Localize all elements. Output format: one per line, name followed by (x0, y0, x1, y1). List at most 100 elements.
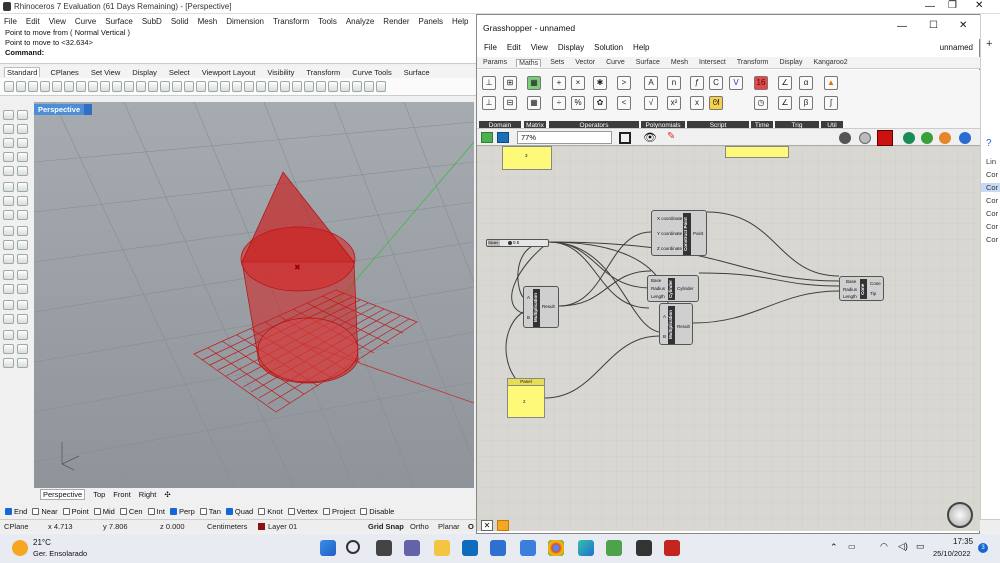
point-icon[interactable] (17, 110, 28, 120)
menu-transform[interactable]: Transform (273, 17, 309, 26)
matrix2-icon[interactable]: ▦ (527, 96, 541, 110)
dimension-icon[interactable] (3, 300, 14, 310)
smaller-than-icon[interactable]: < (617, 96, 631, 110)
mesh-icon[interactable] (3, 210, 14, 220)
sphere-icon[interactable] (17, 196, 28, 206)
modulus-icon[interactable]: % (571, 96, 585, 110)
chrome-icon[interactable] (548, 540, 564, 556)
gh-menu-solution[interactable]: Solution (594, 43, 623, 52)
file-explorer-icon[interactable] (434, 540, 450, 556)
volume-icon[interactable]: ◁) (898, 541, 908, 552)
division-icon[interactable]: ÷ (552, 96, 566, 110)
cyl-input-base[interactable]: Base (651, 278, 661, 283)
chevron-up-icon[interactable]: ⌃ (830, 542, 838, 553)
gear-tool-icon[interactable] (3, 358, 14, 368)
copy-icon[interactable] (76, 81, 86, 92)
viewport-tab-perspective[interactable]: Perspective (40, 489, 86, 500)
viewport-tab-right[interactable]: Right (139, 490, 157, 499)
right-list-item-4[interactable]: Cor (986, 196, 998, 205)
options-icon[interactable] (316, 81, 326, 92)
clock-time[interactable]: 17:35 (953, 537, 973, 546)
cut-icon[interactable] (64, 81, 74, 92)
add-viewport-icon[interactable]: ✣ (164, 490, 170, 499)
mult2-input-b[interactable]: B (663, 334, 666, 339)
canvas-navigator-icon[interactable] (947, 502, 973, 528)
cyl-input-length[interactable]: Length (651, 294, 665, 299)
tab-surface[interactable]: Surface (402, 68, 432, 77)
preview-wire-icon[interactable] (839, 132, 851, 144)
mirror-icon[interactable] (17, 284, 28, 294)
menu-render[interactable]: Render (383, 17, 409, 26)
teams-icon[interactable] (404, 540, 420, 556)
tab-viewport-layout[interactable]: Viewport Layout (200, 68, 258, 77)
gh-menu-view[interactable]: View (531, 43, 548, 52)
panel-top-right[interactable] (725, 146, 789, 158)
new-file-icon[interactable] (4, 81, 14, 92)
tab-set-view[interactable]: Set View (89, 68, 122, 77)
menu-help[interactable]: Help (452, 17, 468, 26)
alpha-icon[interactable]: α (799, 76, 813, 90)
tab-transform[interactable]: Transform (304, 68, 342, 77)
tab-visibility[interactable]: Visibility (265, 68, 296, 77)
menu-solid[interactable]: Solid (171, 17, 189, 26)
notification-badge[interactable]: 3 (978, 543, 988, 553)
status-layer[interactable]: Layer 01 (268, 522, 297, 531)
cone-input-length[interactable]: Length (843, 294, 857, 299)
plus-icon[interactable]: + (986, 38, 992, 50)
close-panel-icon[interactable]: ✕ (481, 520, 493, 531)
number-slider[interactable]: Slider 0.5 (486, 239, 549, 247)
gate-and-icon[interactable]: ✱ (593, 76, 607, 90)
square-icon[interactable]: x² (667, 96, 681, 110)
open-doc-icon[interactable] (481, 132, 493, 143)
polyline-icon[interactable] (17, 124, 28, 134)
graph-icon[interactable]: ▲ (824, 76, 838, 90)
ellipse-icon[interactable] (17, 166, 28, 176)
menu-dimension[interactable]: Dimension (226, 17, 264, 26)
remap-icon[interactable]: ⊟ (503, 96, 517, 110)
calendar-icon[interactable]: 16 (754, 76, 768, 90)
shade-icon[interactable] (244, 81, 254, 92)
help-icon[interactable] (328, 81, 338, 92)
gh-document-name[interactable]: unnamed (940, 43, 973, 52)
help-question-icon[interactable]: ? (986, 138, 992, 149)
gh-tab-sets[interactable]: Sets (548, 59, 566, 66)
right-list-item-7[interactable]: Cor (986, 235, 998, 244)
scale-icon[interactable] (3, 284, 14, 294)
script-icon[interactable] (376, 81, 386, 92)
sketch-icon[interactable]: ✎ (667, 131, 675, 142)
edge-icon[interactable] (578, 540, 594, 556)
circle-icon[interactable] (3, 152, 14, 162)
clock-date[interactable]: 25/10/2022 (933, 549, 971, 558)
cone-input-base[interactable]: Base (846, 279, 856, 284)
grasshopper-icon[interactable] (364, 81, 374, 92)
command-prompt[interactable]: Command: (0, 48, 476, 58)
explode-icon[interactable] (17, 254, 28, 264)
multiplication-node-1[interactable]: A B Multiplication Result (523, 286, 559, 328)
cylinder-node[interactable]: Base Radius Length Cylinder Cylinder (647, 275, 699, 302)
menu-surface[interactable]: Surface (105, 17, 133, 26)
tab-select[interactable]: Select (167, 68, 192, 77)
gh-menu-edit[interactable]: Edit (507, 43, 521, 52)
move-tool-icon[interactable] (3, 270, 14, 280)
render-icon[interactable] (256, 81, 266, 92)
tab-curve-tools[interactable]: Curve Tools (350, 68, 393, 77)
battery-icon[interactable]: ▭ (916, 541, 925, 552)
cp-output[interactable]: Point (693, 231, 703, 236)
layer-color-swatch[interactable] (258, 523, 265, 530)
cyl-output[interactable]: Cylinder (677, 286, 694, 291)
save-icon[interactable] (28, 81, 38, 92)
gh-tab-maths[interactable]: Maths (516, 58, 542, 67)
osnap-perp[interactable]: Perp (169, 507, 195, 516)
import-icon[interactable] (52, 81, 62, 92)
gh-tab-params[interactable]: Params (481, 59, 509, 66)
save-doc-icon[interactable] (497, 132, 509, 143)
menu-curve[interactable]: Curve (75, 17, 96, 26)
task-view-icon[interactable] (376, 540, 392, 556)
gh-tab-surface[interactable]: Surface (634, 59, 662, 66)
menu-mesh[interactable]: Mesh (198, 17, 218, 26)
osnap-quad[interactable]: Quad (225, 507, 253, 516)
menu-tools[interactable]: Tools (318, 17, 337, 26)
rotate-view-icon[interactable] (124, 81, 134, 92)
tab-standard[interactable]: Standard (4, 67, 41, 77)
menu-view[interactable]: View (49, 17, 66, 26)
